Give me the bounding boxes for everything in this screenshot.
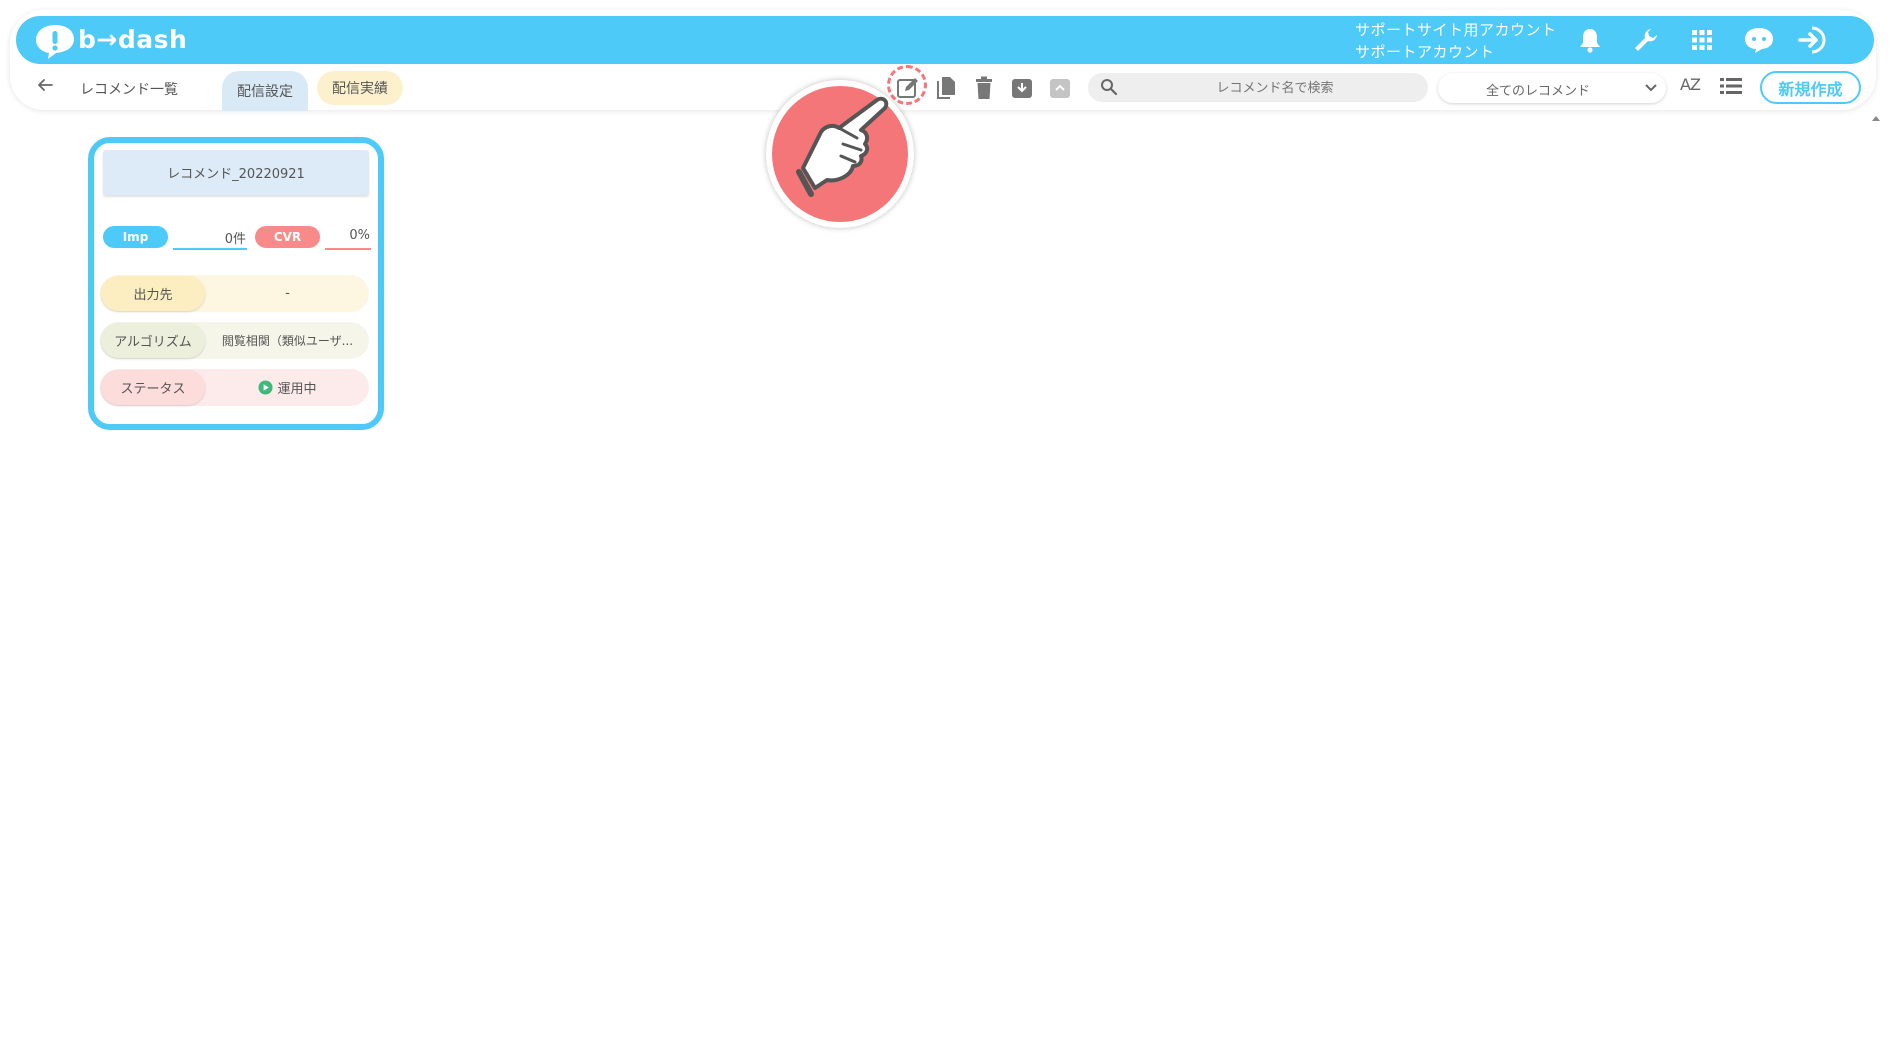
logo-mark-icon — [36, 25, 74, 59]
tab-delivery-results[interactable]: 配信実績 — [317, 71, 403, 105]
apps-grid-icon[interactable] — [1684, 22, 1720, 58]
search-input[interactable] — [1128, 73, 1422, 104]
delete-icon[interactable] — [970, 74, 998, 102]
account-subname: サポートアカウント — [1355, 43, 1495, 61]
logo-text: b→dash — [78, 25, 188, 54]
card-title: レコメンド_20220921 — [167, 167, 305, 182]
arrow-left-icon — [38, 79, 53, 91]
status-value-wrap: 運用中 — [210, 370, 365, 405]
tab-delivery-settings[interactable]: 配信設定 — [222, 71, 308, 111]
algorithm-value: 閲覧相関（類似ユーザ... — [221, 334, 354, 348]
status-value: 運用中 — [277, 382, 317, 397]
sort-az-icon: AZ — [1680, 75, 1701, 94]
algorithm-label: アルゴリズム — [101, 323, 205, 358]
pointer-hand-badge — [766, 80, 914, 228]
archive-icon[interactable] — [1008, 74, 1036, 102]
cvr-value: 0% — [349, 228, 370, 243]
cvr-label: CVR — [273, 230, 302, 244]
wrench-icon[interactable] — [1628, 22, 1664, 58]
copy-icon[interactable] — [932, 74, 960, 102]
tab-label: 配信設定 — [237, 84, 293, 100]
card-title-bar: レコメンド_20220921 — [103, 150, 369, 195]
back-label[interactable]: レコメンド一覧 — [80, 79, 178, 99]
output-value: - — [285, 286, 290, 301]
bell-icon[interactable] — [1572, 22, 1608, 58]
back-button[interactable] — [36, 76, 58, 98]
cvr-badge: CVR — [255, 226, 320, 248]
account-name: サポートサイト用アカウント — [1355, 21, 1557, 39]
tab-label: 配信実績 — [332, 81, 388, 97]
imp-value: 0件 — [224, 232, 246, 247]
chat-icon[interactable] — [1741, 22, 1777, 58]
filter-value: 全てのレコメンド — [1485, 84, 1590, 99]
unarchive-icon[interactable] — [1046, 74, 1074, 102]
pointing-hand-icon — [796, 96, 889, 197]
scroll-up-icon[interactable] — [1872, 116, 1880, 121]
new-button[interactable]: 新規作成 — [1760, 71, 1861, 104]
cvr-underline — [325, 248, 371, 250]
imp-label: Imp — [122, 230, 149, 244]
imp-badge: Imp — [103, 226, 168, 248]
imp-underline — [173, 248, 247, 250]
list-view-icon[interactable] — [1720, 77, 1742, 99]
search-icon — [1101, 79, 1118, 96]
recommend-filter-select[interactable]: 全てのレコメンド — [1438, 73, 1666, 103]
output-label: 出力先 — [101, 276, 205, 311]
logout-icon[interactable] — [1796, 22, 1832, 58]
app-logo[interactable]: b→dash — [34, 22, 187, 59]
play-circle-icon — [258, 380, 274, 395]
status-label: ステータス — [101, 370, 205, 405]
sort-az-button[interactable]: AZ — [1680, 75, 1706, 101]
chevron-down-icon — [1645, 84, 1657, 92]
search-box — [1088, 73, 1428, 104]
